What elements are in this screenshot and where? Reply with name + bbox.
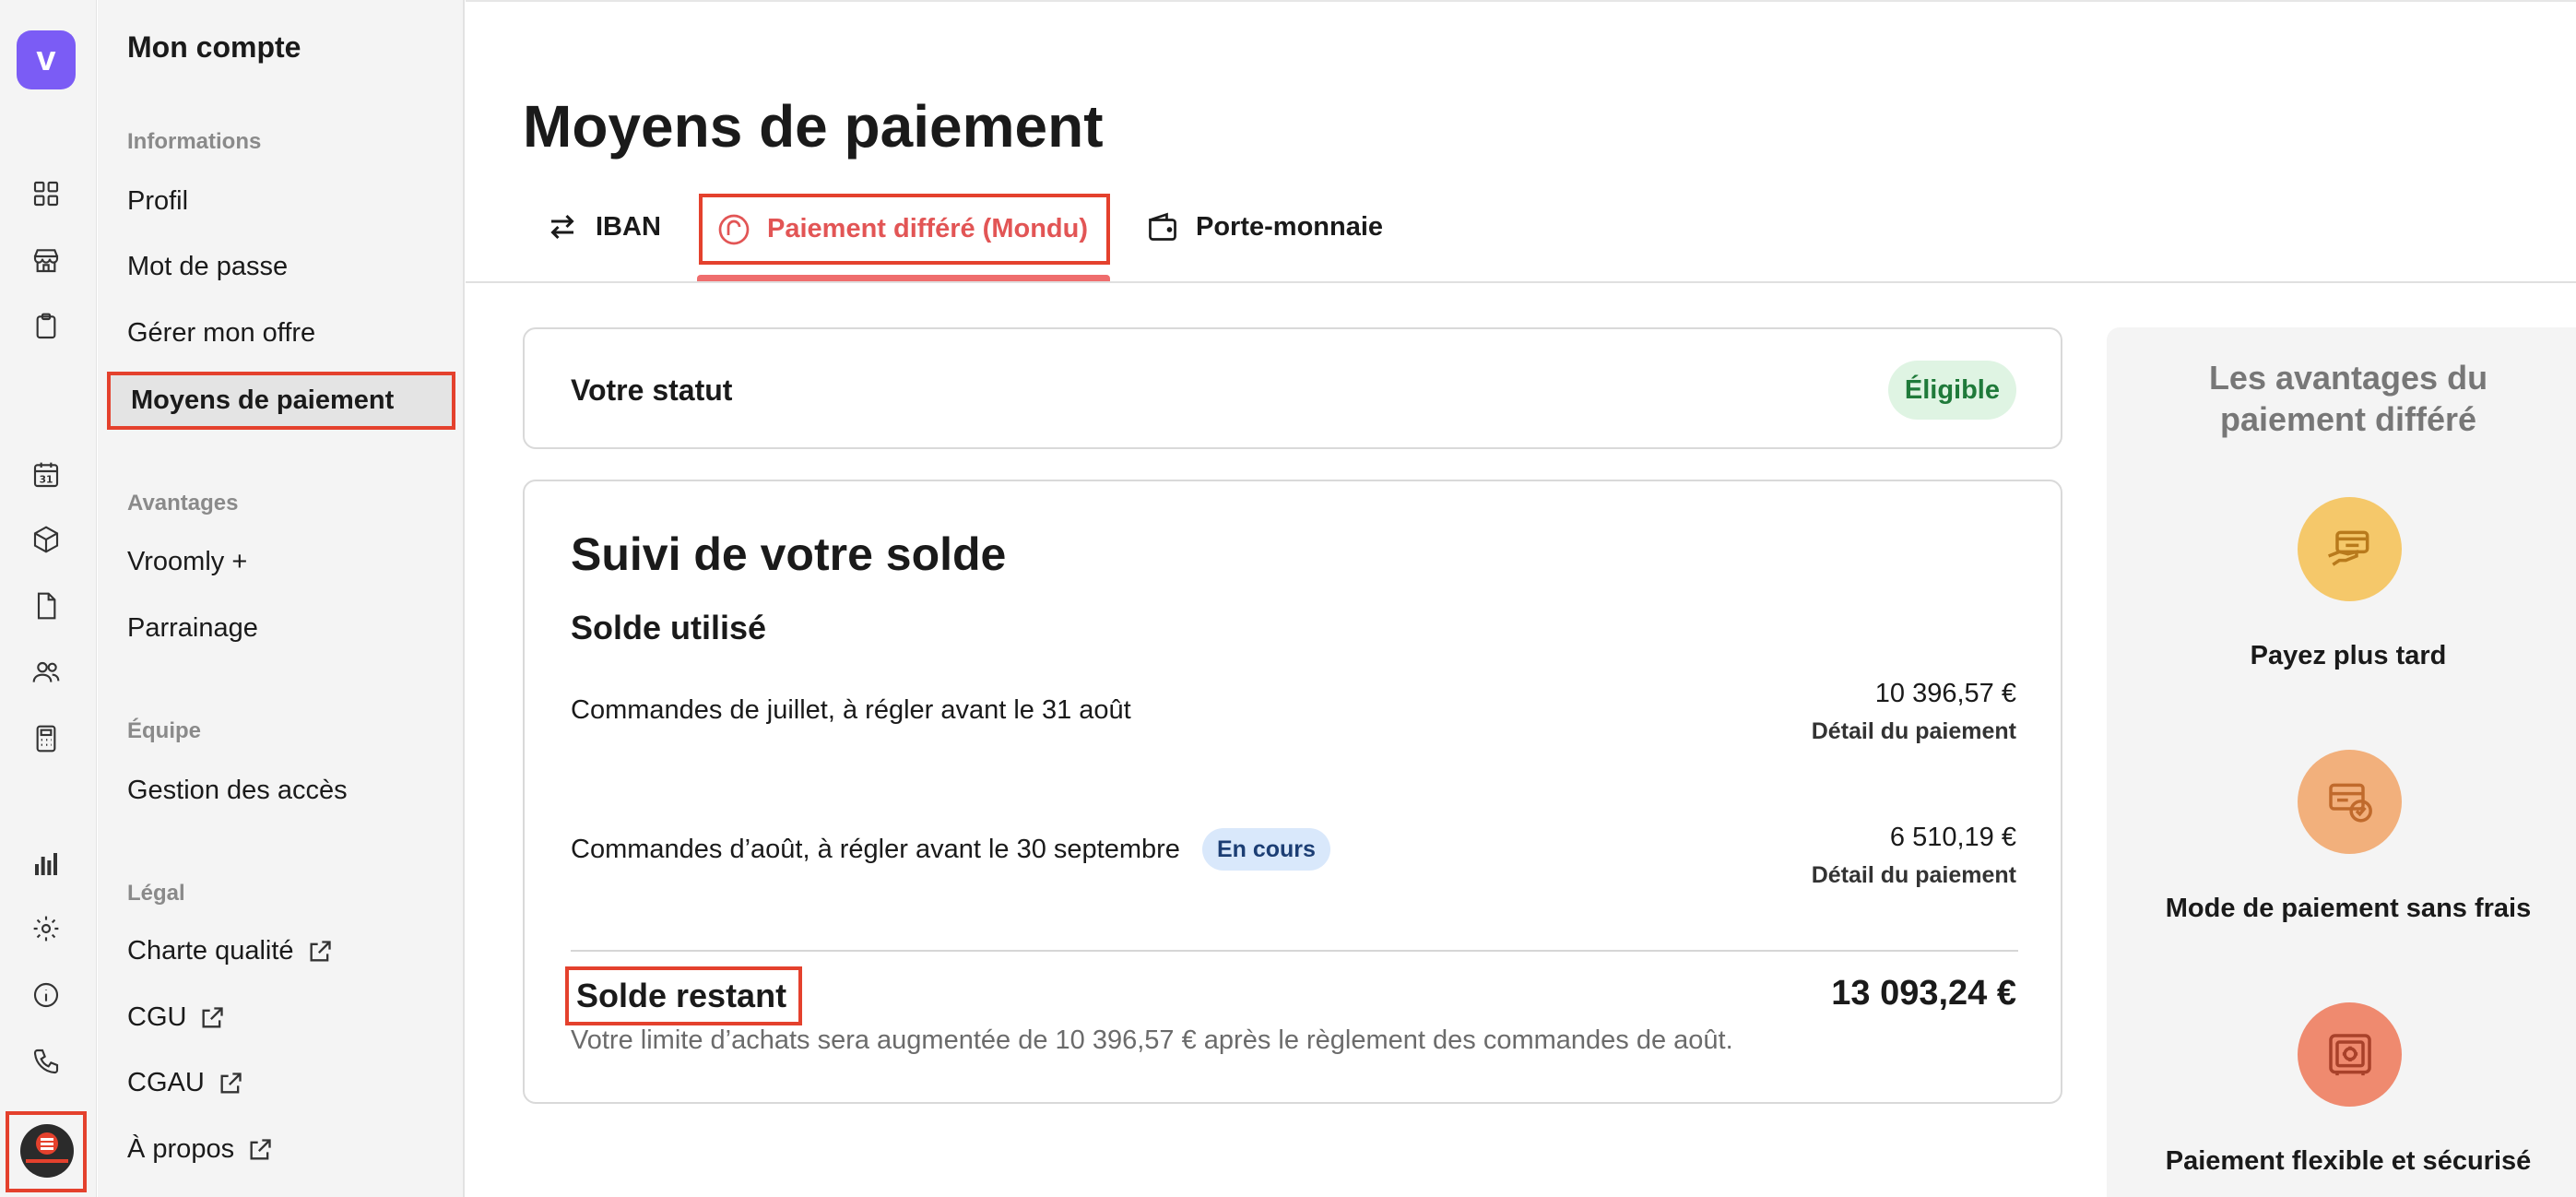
- remaining-balance-amount: 13 093,24 €: [1831, 974, 2016, 1013]
- section-legal: Légal: [127, 881, 185, 906]
- sidebar-title: Mon compte: [127, 30, 301, 64]
- external-link-icon: [202, 1006, 224, 1027]
- sidebar-item-mot-de-passe[interactable]: Mot de passe: [127, 252, 288, 282]
- external-link-icon: [220, 1072, 242, 1093]
- balance-row-amount: 10 396,57 €: [1874, 679, 2016, 708]
- balance-subtitle: Solde utilisé: [571, 609, 767, 646]
- tab-iban[interactable]: IBAN: [546, 203, 661, 251]
- advantage-label: Mode de paiement sans frais: [2165, 894, 2532, 923]
- calendar-icon[interactable]: 31: [28, 456, 65, 493]
- sidebar-item-vroomly-plus[interactable]: Vroomly +: [127, 547, 247, 577]
- balance-title: Suivi de votre solde: [571, 528, 1007, 580]
- box-icon[interactable]: [28, 521, 65, 558]
- sidebar-item-cgau[interactable]: CGAU: [127, 1068, 243, 1098]
- sidebar-item-a-propos[interactable]: À propos: [127, 1134, 273, 1165]
- invoice-check-icon: [2298, 750, 2402, 854]
- card-hand-icon: [2298, 497, 2402, 601]
- payment-detail-link[interactable]: Détail du paiement: [1812, 718, 2016, 745]
- tab-porte-monnaie[interactable]: Porte-monnaie: [1146, 203, 1383, 251]
- vroomly-logo[interactable]: v: [17, 30, 76, 89]
- section-avantages: Avantages: [127, 491, 239, 516]
- sidebar-item-moyens-de-paiement[interactable]: Moyens de paiement: [107, 372, 455, 430]
- mondu-icon: [718, 214, 750, 244]
- advantages-title: Les avantages du paiement différé: [2208, 359, 2488, 438]
- swap-arrows-icon: [550, 214, 574, 240]
- status-badge: Éligible: [1887, 361, 2016, 420]
- user-avatar-highlight[interactable]: [6, 1111, 87, 1192]
- avatar[interactable]: [20, 1124, 74, 1178]
- status-card: Votre statut Éligible: [523, 327, 2062, 449]
- payment-detail-link[interactable]: Détail du paiement: [1812, 862, 2016, 889]
- store-icon[interactable]: [28, 242, 65, 279]
- remaining-balance-label: Solde restant: [565, 966, 802, 1025]
- section-equipe: Équipe: [127, 718, 202, 743]
- gear-icon[interactable]: [28, 910, 65, 947]
- phone-icon[interactable]: [28, 1043, 65, 1080]
- sidebar-item-parrainage[interactable]: Parrainage: [127, 613, 258, 644]
- external-link-icon: [310, 940, 331, 961]
- balance-row-label: Commandes d’août, à régler avant le 30 s…: [571, 828, 1330, 871]
- grid-icon[interactable]: [28, 175, 65, 212]
- balance-row-amount: 6 510,19 €: [1889, 823, 2016, 852]
- wallet-icon: [1149, 212, 1176, 241]
- balance-row-label: Commandes de juillet, à régler avant le …: [571, 695, 1131, 725]
- clipboard-icon[interactable]: [28, 308, 65, 345]
- status-label: Votre statut: [571, 373, 733, 407]
- icon-rail: v 31: [0, 0, 97, 1197]
- balance-card: Suivi de votre solde Solde utilisé Comma…: [523, 480, 2062, 1104]
- calendar-number: 31: [40, 474, 53, 486]
- advantages-panel: Les avantages du paiement différé Payez …: [2107, 327, 2576, 1197]
- sidebar-item-gestion-acces[interactable]: Gestion des accès: [127, 776, 348, 806]
- bar-chart-icon[interactable]: [28, 846, 65, 883]
- account-sidebar: Mon compte Informations Profil Mot de pa…: [98, 0, 465, 1197]
- users-icon[interactable]: [28, 654, 65, 691]
- remaining-balance-note: Votre limite d’achats sera augmentée de …: [571, 1025, 1733, 1055]
- document-icon[interactable]: [28, 587, 65, 624]
- sidebar-item-cgu[interactable]: CGU: [127, 1002, 225, 1033]
- sidebar-item-gerer-offre[interactable]: Gérer mon offre: [127, 318, 315, 349]
- section-informations: Informations: [127, 129, 262, 154]
- advantage-label: Payez plus tard: [2250, 641, 2447, 670]
- info-icon[interactable]: [28, 977, 65, 1013]
- page-title: Moyens de paiement: [523, 93, 1104, 160]
- sidebar-item-charte-qualite[interactable]: Charte qualité: [127, 936, 333, 966]
- sidebar-item-profil[interactable]: Profil: [127, 186, 188, 217]
- en-cours-badge: En cours: [1201, 828, 1330, 871]
- tab-paiement-differe[interactable]: Paiement différé (Mondu): [699, 194, 1110, 265]
- advantage-label: Paiement flexible et sécurisé: [2165, 1146, 2532, 1176]
- calculator-icon[interactable]: [28, 720, 65, 757]
- external-link-icon: [250, 1138, 271, 1159]
- safe-icon: [2298, 1002, 2402, 1107]
